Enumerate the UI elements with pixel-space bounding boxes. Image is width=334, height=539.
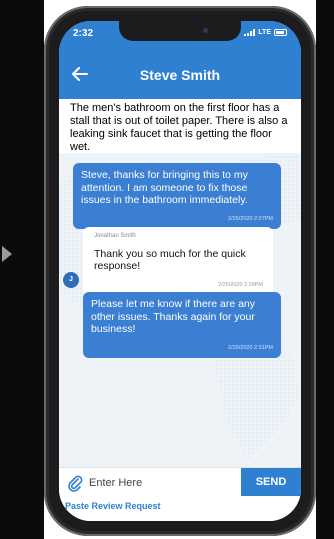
message-incoming: Jonathan Smith Thank you so much for the… xyxy=(83,227,273,295)
phone-notch xyxy=(119,21,241,41)
conversation-title: Steve Smith xyxy=(139,67,221,83)
message-timestamp: 2/25/2020 2:31PM xyxy=(228,344,273,351)
message-sender: Jonathan Smith xyxy=(94,233,136,239)
phone-screen: 2:32 LTE Steve Smith The men's bathroom … xyxy=(59,21,301,521)
chat-area[interactable]: The men's bathroom on the first floor ha… xyxy=(59,99,301,467)
paste-review-request-link[interactable]: Paste Review Request xyxy=(65,501,161,511)
message-timestamp: 2/25/2020 2:28PM xyxy=(218,281,263,288)
message-input[interactable] xyxy=(89,472,239,494)
back-button[interactable] xyxy=(67,63,93,85)
message-composer: SEND Paste Review Request xyxy=(59,467,301,521)
message-text: Please let me know if there are any othe… xyxy=(91,298,256,335)
camera-icon xyxy=(203,28,208,33)
app-header: 2:32 LTE Steve Smith xyxy=(59,21,301,99)
send-button[interactable]: SEND xyxy=(241,468,301,496)
signal-icon xyxy=(244,29,256,36)
status-indicators: LTE xyxy=(244,29,287,36)
stage: 2:32 LTE Steve Smith The men's bathroom … xyxy=(0,0,334,539)
paperclip-icon[interactable] xyxy=(67,474,83,492)
carousel-prev-icon[interactable] xyxy=(2,246,12,262)
network-label: LTE xyxy=(258,29,271,36)
arrow-left-icon xyxy=(72,67,88,81)
right-backdrop xyxy=(316,0,334,539)
message-text: Thank you so much for the quick response… xyxy=(94,247,246,273)
message-incoming-top: The men's bathroom on the first floor ha… xyxy=(59,99,301,153)
message-timestamp: 2/25/2020 2:27PM xyxy=(228,215,273,222)
phone-frame: 2:32 LTE Steve Smith The men's bathroom … xyxy=(44,6,316,536)
message-outgoing: Please let me know if there are any othe… xyxy=(83,292,281,358)
avatar: J xyxy=(63,272,79,288)
status-time: 2:32 xyxy=(73,28,94,39)
left-backdrop xyxy=(0,0,44,539)
message-text: Steve, thanks for bringing this to my at… xyxy=(81,169,248,206)
battery-icon xyxy=(274,29,287,36)
message-outgoing: Steve, thanks for bringing this to my at… xyxy=(73,163,281,229)
